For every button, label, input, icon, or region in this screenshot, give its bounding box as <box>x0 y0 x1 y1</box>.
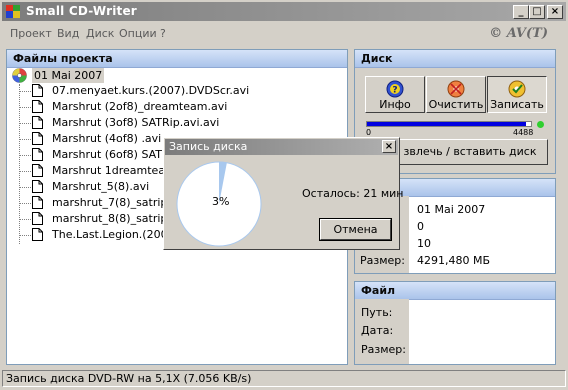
status-led <box>537 121 544 128</box>
status-bar: Запись диска DVD-RW на 5,1X (7.056 KB/s) <box>2 370 566 387</box>
disk-sessions-value: 0 <box>417 220 424 233</box>
menu-options[interactable]: Опции <box>119 27 157 40</box>
main-window: Small CD-Writer _ □ × Проект Вид Диск Оп… <box>0 0 568 390</box>
file-path-label: Путь: <box>361 306 393 319</box>
dialog-title-bar[interactable]: Запись диска × <box>165 139 398 155</box>
write-button[interactable]: Записать <box>487 76 547 113</box>
file-icon <box>32 180 43 193</box>
disk-panel-header: Диск <box>355 50 555 68</box>
tree-connector <box>19 84 20 244</box>
file-name: Marshrut_5(8).avi <box>52 180 150 193</box>
file-name: Marshrut (2of8)_dreamteam.avi <box>52 100 228 113</box>
tree-root-label: 01 Mai 2007 <box>32 68 105 83</box>
cancel-button[interactable]: Отмена <box>319 218 392 241</box>
file-icon <box>32 212 43 225</box>
disk-capacity-bar <box>366 121 532 127</box>
status-text: Запись диска DVD-RW на 5,1X (7.056 KB/s) <box>6 372 252 385</box>
burn-disc-icon <box>508 80 526 98</box>
file-icon <box>32 132 43 145</box>
menu-disk[interactable]: Диск <box>86 27 114 40</box>
file-icon <box>32 148 43 161</box>
file-name: Marshrut (4of8) .avi <box>52 132 162 145</box>
disk-files-value: 10 <box>417 237 431 250</box>
title-bar[interactable]: Small CD-Writer _ □ × <box>2 2 566 21</box>
minimize-button[interactable]: _ <box>513 5 529 19</box>
eject-insert-label: звлечь / вставить диск <box>403 145 537 158</box>
clear-button-label: Очистить <box>428 98 484 111</box>
close-button[interactable]: × <box>547 5 563 19</box>
app-icon <box>6 5 20 18</box>
info-icon: ? <box>386 80 404 98</box>
file-size-label: Размер: <box>361 343 406 356</box>
maximize-button[interactable]: □ <box>529 5 545 19</box>
disk-size-value: 4291,480 МБ <box>417 254 491 267</box>
info-button-label: Инфо <box>379 98 411 111</box>
capacity-scale-max: 4488 <box>513 128 534 137</box>
file-name: Marshrut (3of8) SATRip.avi.avi <box>52 116 220 129</box>
dialog-title: Запись диска <box>169 140 248 153</box>
disk-date-value: 01 Mai 2007 <box>417 203 486 216</box>
file-icon <box>32 100 43 113</box>
info-button[interactable]: ? Инфо <box>365 76 425 113</box>
cancel-button-label: Отмена <box>320 219 391 240</box>
menu-bar: Проект Вид Диск Опции ? © AV(T) <box>0 24 568 44</box>
clear-button[interactable]: Очистить <box>426 76 486 113</box>
menu-help[interactable]: ? <box>160 27 166 40</box>
file-icon <box>32 116 43 129</box>
time-remaining: Осталось: 21 мин <box>302 187 404 200</box>
dialog-close-button[interactable]: × <box>382 140 396 153</box>
write-button-label: Записать <box>490 98 544 111</box>
file-info-header: Файл <box>355 282 555 300</box>
disk-capacity-fill <box>367 122 526 126</box>
file-icon <box>32 84 43 97</box>
file-name: Marshrut (6of8) SATRip <box>52 148 180 161</box>
copyright-label: © AV(T) <box>489 26 548 41</box>
project-files-header: Файлы проекта <box>7 50 347 68</box>
file-name: 07.menyaet.kurs.(2007).DVDScr.avi <box>52 84 250 97</box>
menu-view[interactable]: Вид <box>57 27 79 40</box>
file-icon <box>32 196 43 209</box>
file-icon <box>32 228 43 241</box>
cd-icon <box>12 68 27 83</box>
capacity-scale-min: 0 <box>366 128 372 137</box>
disk-size-label: Размер: <box>360 254 405 267</box>
file-icon <box>32 164 43 177</box>
progress-percent: 3% <box>212 195 230 208</box>
menu-project[interactable]: Проект <box>10 27 52 40</box>
window-title: Small CD-Writer <box>26 4 137 18</box>
file-date-label: Дата: <box>361 324 394 337</box>
burn-dialog: Запись диска × 3% Осталось: 21 мин Отмен… <box>163 137 404 250</box>
clear-disc-icon <box>447 80 465 98</box>
svg-text:?: ? <box>392 86 397 96</box>
